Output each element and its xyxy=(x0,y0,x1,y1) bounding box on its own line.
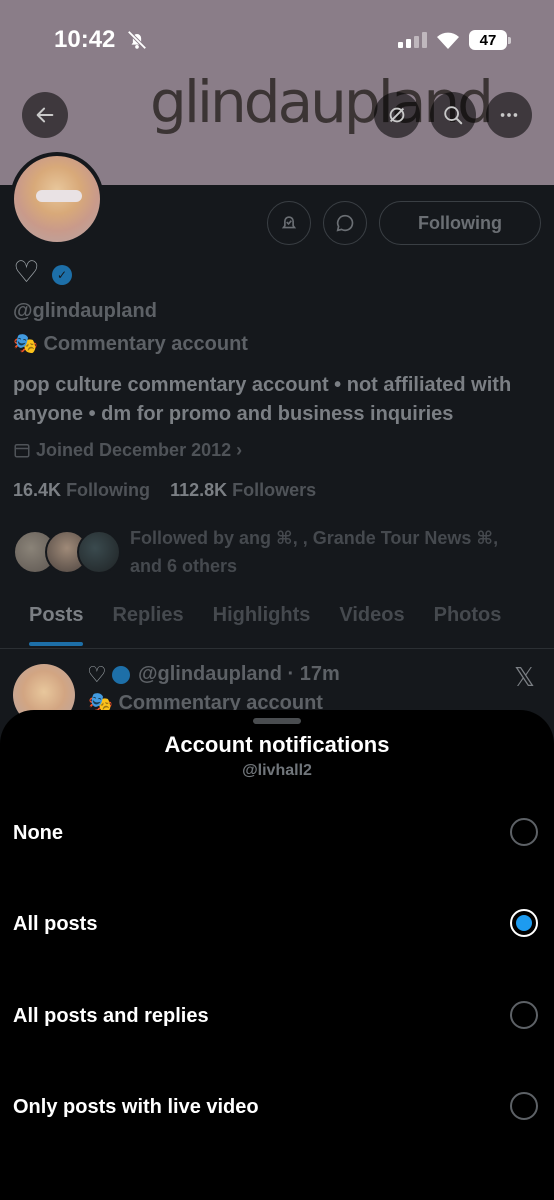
option-label: None xyxy=(13,822,63,844)
chat-icon xyxy=(336,214,354,232)
chevron-right-icon: › xyxy=(236,440,243,460)
grok-icon xyxy=(389,107,405,123)
sheet-grabber[interactable] xyxy=(253,718,301,724)
back-button[interactable] xyxy=(22,92,68,138)
verified-badge-icon: ✓ xyxy=(52,265,72,285)
search-button[interactable] xyxy=(430,92,476,138)
tab-posts[interactable]: Posts xyxy=(29,600,84,646)
option-label: All posts xyxy=(13,913,98,935)
notifications-button[interactable] xyxy=(267,201,311,245)
sheet-title: Account notifications xyxy=(164,732,390,757)
option-all-posts[interactable]: All posts xyxy=(0,895,554,955)
bell-off-icon xyxy=(127,30,147,50)
tab-photos[interactable]: Photos xyxy=(434,600,502,646)
wifi-icon xyxy=(437,32,459,49)
followers-link[interactable]: 112.8K Followers xyxy=(170,480,316,500)
profile-handle: @glindaupland xyxy=(13,300,157,322)
signal-icon xyxy=(398,32,427,48)
mask-icon: 🎭 xyxy=(13,333,38,355)
radio-all-posts-and-replies[interactable] xyxy=(510,1001,538,1029)
radio-all-posts[interactable] xyxy=(510,909,538,937)
tab-videos[interactable]: Videos xyxy=(339,600,404,646)
option-label: Only posts with live video xyxy=(13,1096,259,1118)
message-button[interactable] xyxy=(323,201,367,245)
following-button[interactable]: Following xyxy=(379,201,541,245)
profile-avatar[interactable] xyxy=(10,152,104,246)
tab-replies[interactable]: Replies xyxy=(112,600,183,646)
post-handle-time: @glindaupland · 17m xyxy=(138,663,340,685)
calendar-icon xyxy=(14,444,30,458)
more-button[interactable] xyxy=(486,92,532,138)
account-notifications-sheet: Account notifications @livhall2 None All… xyxy=(0,710,554,1200)
search-icon xyxy=(444,106,463,125)
status-bar: 10:42 47 xyxy=(0,0,554,80)
tab-highlights[interactable]: Highlights xyxy=(213,600,311,646)
status-time: 10:42 xyxy=(54,26,116,53)
bell-check-icon xyxy=(281,216,297,229)
arrow-left-icon xyxy=(36,107,54,123)
post-verified-badge-icon xyxy=(112,666,130,684)
battery-indicator: 47 xyxy=(469,30,511,50)
display-name: ♡ xyxy=(13,256,40,289)
grok-button[interactable] xyxy=(374,92,420,138)
profile-tabs: Posts Replies Highlights Videos Photos xyxy=(0,600,554,646)
following-link[interactable]: 16.4K Following xyxy=(13,480,150,500)
sheet-subtitle: @livhall2 xyxy=(242,762,312,779)
avatar xyxy=(77,530,121,574)
option-live-video[interactable]: Only posts with live video xyxy=(0,1078,554,1138)
x-logo-icon: 𝕏 xyxy=(514,662,535,692)
follow-stats: 16.4K Following 112.8K Followers xyxy=(13,480,316,501)
radio-none[interactable] xyxy=(510,818,538,846)
followers-you-know-avatars[interactable] xyxy=(13,530,123,574)
radio-live-video[interactable] xyxy=(510,1092,538,1120)
option-none[interactable]: None xyxy=(0,804,554,864)
option-label: All posts and replies xyxy=(13,1005,209,1027)
joined-date[interactable]: Joined December 2012 › xyxy=(13,440,242,461)
divider xyxy=(0,648,554,649)
post-display-name: ♡ xyxy=(87,662,107,687)
more-icon xyxy=(500,113,518,117)
profile-bio: pop culture commentary account • not aff… xyxy=(13,374,512,425)
account-label: 🎭 Commentary account xyxy=(13,333,248,355)
option-all-posts-and-replies[interactable]: All posts and replies xyxy=(0,987,554,1047)
followed-by-text[interactable]: Followed by ang ⌘, , Grande Tour News ⌘,… xyxy=(130,524,530,580)
